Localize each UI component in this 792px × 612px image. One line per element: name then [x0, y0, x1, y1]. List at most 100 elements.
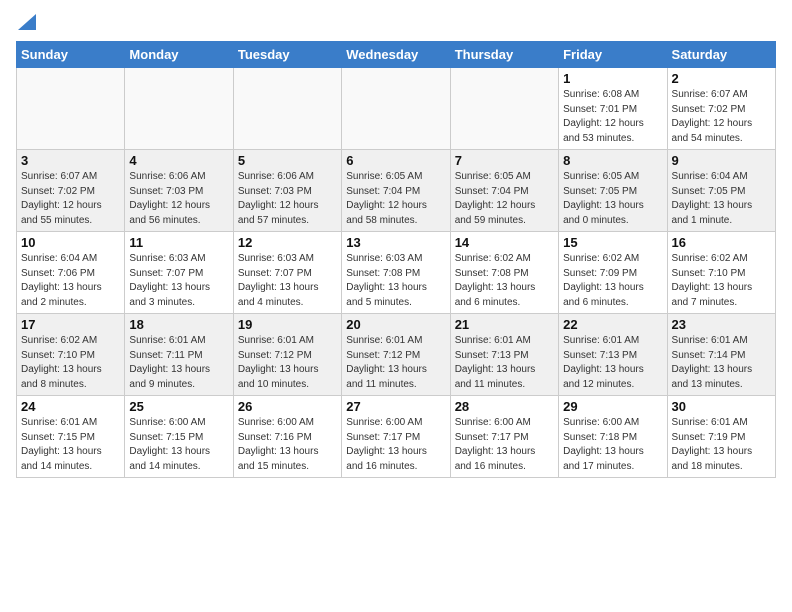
- calendar-cell: 13 Sunrise: 6:03 AM Sunset: 7:08 PM Dayli…: [342, 232, 450, 314]
- day-info: Sunrise: 6:06 AM Sunset: 7:03 PM Dayligh…: [238, 170, 337, 228]
- calendar-cell: 28 Sunrise: 6:00 AM Sunset: 7:17 PM Dayli…: [450, 396, 558, 478]
- weekday-header-wednesday: Wednesday: [342, 42, 450, 68]
- day-number: 27: [346, 399, 445, 414]
- calendar-cell: [342, 68, 450, 150]
- calendar-cell: 2Sunrise: 6:07 AM Sunset: 7:02 PM Daylig…: [667, 68, 775, 150]
- day-number: 9: [672, 153, 771, 168]
- day-info: Sunrise: 6:01 AM Sunset: 7:12 PM Dayligh…: [346, 334, 445, 392]
- calendar-cell: 10 Sunrise: 6:04 AM Sunset: 7:06 PM Dayli…: [17, 232, 125, 314]
- calendar-week-row: 17 Sunrise: 6:02 AM Sunset: 7:10 PM Dayli…: [17, 314, 776, 396]
- calendar-cell: 25 Sunrise: 6:00 AM Sunset: 7:15 PM Dayli…: [125, 396, 233, 478]
- calendar-cell: 27 Sunrise: 6:00 AM Sunset: 7:17 PM Dayli…: [342, 396, 450, 478]
- calendar-week-row: 1 Sunrise: 6:08 AM Sunset: 7:01 PM Daylig…: [17, 68, 776, 150]
- page: SundayMondayTuesdayWednesdayThursdayFrid…: [0, 0, 792, 488]
- day-number: 15: [563, 235, 662, 250]
- day-number: 3: [21, 153, 120, 168]
- day-number: 6: [346, 153, 445, 168]
- day-info: Sunrise: 6:00 AM Sunset: 7:17 PM Dayligh…: [346, 416, 445, 474]
- calendar-cell: 4Sunrise: 6:06 AM Sunset: 7:03 PM Daylig…: [125, 150, 233, 232]
- day-info: Sunrise: 6:01 AM Sunset: 7:11 PM Dayligh…: [129, 334, 228, 392]
- day-info: Sunrise: 6:02 AM Sunset: 7:10 PM Dayligh…: [672, 252, 771, 310]
- calendar-cell: 9 Sunrise: 6:04 AM Sunset: 7:05 PM Daylig…: [667, 150, 775, 232]
- calendar-cell: 3 Sunrise: 6:07 AM Sunset: 7:02 PM Daylig…: [17, 150, 125, 232]
- day-number: 18: [129, 317, 228, 332]
- weekday-header-tuesday: Tuesday: [233, 42, 341, 68]
- day-info: Sunrise: 6:03 AM Sunset: 7:07 PM Dayligh…: [238, 252, 337, 310]
- calendar-cell: [125, 68, 233, 150]
- calendar-cell: 5 Sunrise: 6:06 AM Sunset: 7:03 PM Daylig…: [233, 150, 341, 232]
- calendar-cell: [450, 68, 558, 150]
- calendar: SundayMondayTuesdayWednesdayThursdayFrid…: [16, 41, 776, 478]
- day-info: Sunrise: 6:05 AM Sunset: 7:05 PM Dayligh…: [563, 170, 662, 228]
- calendar-cell: 8 Sunrise: 6:05 AM Sunset: 7:05 PM Daylig…: [559, 150, 667, 232]
- day-info: Sunrise: 6:01 AM Sunset: 7:14 PM Dayligh…: [672, 334, 771, 392]
- day-info: Sunrise: 6:02 AM Sunset: 7:10 PM Dayligh…: [21, 334, 120, 392]
- day-number: 23: [672, 317, 771, 332]
- day-number: 4: [129, 153, 228, 168]
- day-number: 30: [672, 399, 771, 414]
- calendar-cell: 6 Sunrise: 6:05 AM Sunset: 7:04 PM Daylig…: [342, 150, 450, 232]
- day-number: 25: [129, 399, 228, 414]
- day-number: 16: [672, 235, 771, 250]
- day-info: Sunrise: 6:01 AM Sunset: 7:15 PM Dayligh…: [21, 416, 120, 474]
- calendar-cell: 1 Sunrise: 6:08 AM Sunset: 7:01 PM Daylig…: [559, 68, 667, 150]
- day-info: Sunrise: 6:00 AM Sunset: 7:17 PM Dayligh…: [455, 416, 554, 474]
- day-number: 26: [238, 399, 337, 414]
- day-number: 5: [238, 153, 337, 168]
- day-number: 10: [21, 235, 120, 250]
- day-number: 1: [563, 71, 662, 86]
- weekday-header-thursday: Thursday: [450, 42, 558, 68]
- calendar-cell: [233, 68, 341, 150]
- calendar-cell: 29 Sunrise: 6:00 AM Sunset: 7:18 PM Dayli…: [559, 396, 667, 478]
- day-number: 8: [563, 153, 662, 168]
- day-number: 21: [455, 317, 554, 332]
- day-info: Sunrise: 6:01 AM Sunset: 7:12 PM Dayligh…: [238, 334, 337, 392]
- calendar-cell: 22 Sunrise: 6:01 AM Sunset: 7:13 PM Dayli…: [559, 314, 667, 396]
- day-info: Sunrise: 6:04 AM Sunset: 7:05 PM Dayligh…: [672, 170, 771, 228]
- day-info: Sunrise: 6:00 AM Sunset: 7:18 PM Dayligh…: [563, 416, 662, 474]
- day-info: Sunrise: 6:04 AM Sunset: 7:06 PM Dayligh…: [21, 252, 120, 310]
- calendar-cell: [17, 68, 125, 150]
- day-info: Sunrise: 6:00 AM Sunset: 7:15 PM Dayligh…: [129, 416, 228, 474]
- calendar-week-row: 10 Sunrise: 6:04 AM Sunset: 7:06 PM Dayli…: [17, 232, 776, 314]
- calendar-week-row: 3 Sunrise: 6:07 AM Sunset: 7:02 PM Daylig…: [17, 150, 776, 232]
- day-info: Sunrise: 6:03 AM Sunset: 7:08 PM Dayligh…: [346, 252, 445, 310]
- day-info: Sunrise: 6:03 AM Sunset: 7:07 PM Dayligh…: [129, 252, 228, 310]
- day-number: 7: [455, 153, 554, 168]
- weekday-header-row: SundayMondayTuesdayWednesdayThursdayFrid…: [17, 42, 776, 68]
- calendar-cell: 17 Sunrise: 6:02 AM Sunset: 7:10 PM Dayli…: [17, 314, 125, 396]
- weekday-header-saturday: Saturday: [667, 42, 775, 68]
- day-info: Sunrise: 6:07 AM Sunset: 7:02 PM Dayligh…: [21, 170, 120, 228]
- weekday-header-monday: Monday: [125, 42, 233, 68]
- day-info: Sunrise: 6:07 AM Sunset: 7:02 PM Dayligh…: [672, 88, 771, 146]
- calendar-cell: 16 Sunrise: 6:02 AM Sunset: 7:10 PM Dayli…: [667, 232, 775, 314]
- day-number: 14: [455, 235, 554, 250]
- day-number: 28: [455, 399, 554, 414]
- calendar-cell: 15Sunrise: 6:02 AM Sunset: 7:09 PM Dayli…: [559, 232, 667, 314]
- day-info: Sunrise: 6:05 AM Sunset: 7:04 PM Dayligh…: [455, 170, 554, 228]
- day-info: Sunrise: 6:01 AM Sunset: 7:13 PM Dayligh…: [563, 334, 662, 392]
- calendar-cell: 23 Sunrise: 6:01 AM Sunset: 7:14 PM Dayli…: [667, 314, 775, 396]
- calendar-cell: 20Sunrise: 6:01 AM Sunset: 7:12 PM Dayli…: [342, 314, 450, 396]
- day-number: 24: [21, 399, 120, 414]
- day-info: Sunrise: 6:00 AM Sunset: 7:16 PM Dayligh…: [238, 416, 337, 474]
- calendar-cell: 14Sunrise: 6:02 AM Sunset: 7:08 PM Dayli…: [450, 232, 558, 314]
- day-info: Sunrise: 6:05 AM Sunset: 7:04 PM Dayligh…: [346, 170, 445, 228]
- day-number: 19: [238, 317, 337, 332]
- calendar-cell: 24 Sunrise: 6:01 AM Sunset: 7:15 PM Dayli…: [17, 396, 125, 478]
- day-number: 12: [238, 235, 337, 250]
- calendar-cell: 11Sunrise: 6:03 AM Sunset: 7:07 PM Dayli…: [125, 232, 233, 314]
- day-number: 13: [346, 235, 445, 250]
- day-number: 29: [563, 399, 662, 414]
- logo-icon: [18, 14, 36, 30]
- day-info: Sunrise: 6:01 AM Sunset: 7:13 PM Dayligh…: [455, 334, 554, 392]
- header: [16, 10, 776, 35]
- logo: [16, 10, 36, 35]
- weekday-header-friday: Friday: [559, 42, 667, 68]
- day-info: Sunrise: 6:08 AM Sunset: 7:01 PM Dayligh…: [563, 88, 662, 146]
- day-number: 22: [563, 317, 662, 332]
- day-number: 17: [21, 317, 120, 332]
- calendar-week-row: 24 Sunrise: 6:01 AM Sunset: 7:15 PM Dayli…: [17, 396, 776, 478]
- calendar-cell: 7 Sunrise: 6:05 AM Sunset: 7:04 PM Daylig…: [450, 150, 558, 232]
- calendar-cell: 21 Sunrise: 6:01 AM Sunset: 7:13 PM Dayli…: [450, 314, 558, 396]
